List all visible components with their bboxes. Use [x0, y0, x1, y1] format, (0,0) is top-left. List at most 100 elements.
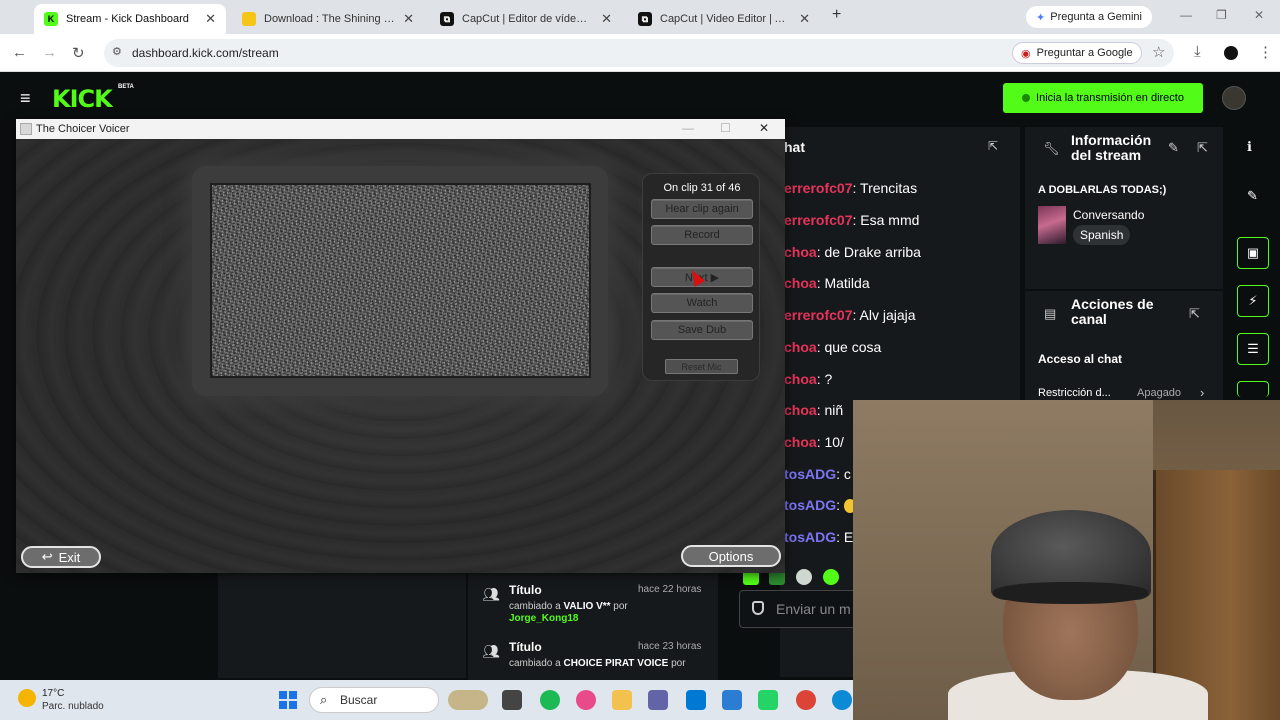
whatsapp-icon[interactable] — [758, 690, 778, 710]
feed-title: Título — [509, 583, 542, 597]
popout-icon[interactable]: ⇱ — [988, 139, 998, 153]
chat-username[interactable]: tosADG — [784, 466, 836, 482]
search-icon: ⌕ — [320, 692, 328, 707]
edge-icon[interactable] — [832, 690, 852, 710]
restriction-value[interactable]: Apagado — [1137, 387, 1181, 399]
exit-button[interactable]: ↩ Exit — [21, 546, 101, 568]
reload-icon[interactable]: ↻ — [72, 44, 85, 62]
tab-download-shining[interactable]: Download : The Shining - Here's ✕ — [232, 4, 424, 34]
file-explorer-icon[interactable] — [612, 690, 632, 710]
close-window-icon[interactable]: ✕ — [1254, 8, 1264, 22]
chat-username[interactable]: choa — [784, 402, 817, 418]
hear-clip-again-button[interactable]: Hear clip again — [651, 199, 753, 219]
close-tab-icon[interactable]: ✕ — [799, 11, 810, 27]
site-info-icon[interactable]: ⚙ — [112, 45, 122, 58]
tab-kick-dashboard[interactable]: K Stream - Kick Dashboard ✕ — [34, 4, 226, 34]
channel-icon: ▤ — [1044, 306, 1057, 321]
chat-input[interactable]: Enviar un m — [739, 590, 859, 628]
chat-message: choa: niñ — [784, 402, 844, 418]
stream-info-heading: Información del stream — [1071, 133, 1151, 163]
watch-button[interactable]: Watch — [651, 293, 753, 313]
kick-logo[interactable]: KICK — [52, 85, 113, 113]
close-tab-icon[interactable]: ✕ — [205, 11, 216, 27]
chat-username[interactable]: choa — [784, 275, 817, 291]
popout-icon[interactable]: ⇱ — [1197, 140, 1208, 156]
feed-user[interactable]: Jorge_Kong18 — [509, 613, 578, 624]
chrome-icon[interactable] — [796, 690, 816, 710]
emote-icon[interactable] — [796, 569, 812, 585]
windows-start-icon[interactable] — [279, 691, 297, 709]
spotify-icon[interactable] — [540, 690, 560, 710]
close-window-icon[interactable]: ✕ — [759, 121, 769, 135]
forward-icon[interactable]: → — [42, 44, 57, 61]
chat-username[interactable]: choa — [784, 339, 817, 355]
gemini-button[interactable]: ✦ Pregunta a Gemini — [1026, 6, 1152, 28]
weather-condition[interactable]: Parc. nublado — [42, 701, 104, 712]
chat-username[interactable]: tosADG — [784, 529, 836, 545]
minimize-icon[interactable]: — — [1180, 8, 1192, 22]
capcut-favicon-icon: ⧉ — [440, 12, 454, 26]
bolt-icon[interactable]: ⚡︎ — [1237, 285, 1269, 317]
chat-username[interactable]: tosADG — [784, 497, 836, 513]
chat-username[interactable]: errerofc07 — [784, 212, 853, 228]
store-icon[interactable] — [686, 690, 706, 710]
more-menu-icon[interactable]: ⋮ — [1258, 43, 1273, 61]
tab-capcut-es[interactable]: ⧉ CapCut | Editor de vídeo todo e ✕ — [430, 4, 622, 34]
reset-mic-button[interactable]: Reset Mic — [665, 359, 738, 374]
chat-bubble-icon[interactable] — [1237, 381, 1269, 397]
banana-favicon-icon — [242, 12, 256, 26]
download-icon[interactable]: ⤓ — [1194, 43, 1201, 60]
popout-icon[interactable]: ⇱ — [1189, 306, 1200, 322]
bookmark-star-icon[interactable]: ☆ — [1152, 43, 1165, 61]
feed-time: hace 22 horas — [638, 584, 702, 595]
chat-username[interactable]: errerofc07 — [784, 307, 853, 323]
back-icon[interactable]: ← — [12, 44, 27, 61]
maximize-icon[interactable]: ❐ — [1216, 8, 1227, 22]
widget-icon[interactable] — [448, 690, 488, 710]
new-tab-icon[interactable]: + — [832, 6, 841, 24]
profile-avatar[interactable] — [1224, 46, 1238, 60]
options-button[interactable]: Options — [681, 545, 781, 567]
go-live-label: Inicia la transmisión en directo — [1036, 92, 1184, 104]
ask-google-button[interactable]: ◉ Preguntar a Google — [1012, 42, 1142, 64]
chat-username[interactable]: errerofc07 — [784, 180, 853, 196]
heading-line: Acciones de — [1071, 296, 1154, 312]
hamburger-menu-icon[interactable]: ≡ — [20, 88, 31, 109]
weather-sun-icon[interactable] — [18, 689, 36, 707]
tab-title: CapCut | Video Editor | All-In-O — [660, 13, 791, 25]
save-dub-button[interactable]: Save Dub — [651, 320, 753, 340]
minimize-icon[interactable]: — — [682, 121, 694, 135]
window-titlebar[interactable]: The Choicer Voicer — ☐ ✕ — [16, 119, 785, 139]
restriction-label[interactable]: Restricción d... — [1038, 387, 1111, 399]
user-avatar[interactable] — [1222, 86, 1246, 110]
go-live-button[interactable]: Inicia la transmisión en directo — [1003, 83, 1203, 113]
taskbar-search[interactable]: ⌕ Buscar — [309, 687, 439, 713]
exit-label: Exit — [58, 549, 81, 565]
chat-message: choa: 10/ — [784, 434, 844, 450]
task-view-icon[interactable] — [502, 690, 522, 710]
list-icon[interactable]: ☰ — [1237, 333, 1269, 365]
info-icon[interactable]: ℹ — [1247, 139, 1252, 155]
emote-icon[interactable] — [823, 569, 839, 585]
feed-description: cambiado a CHOICE PIRAT VOICE por — [509, 658, 686, 669]
close-tab-icon[interactable]: ✕ — [403, 11, 414, 27]
record-button[interactable]: Record — [651, 225, 753, 245]
window-title: The Choicer Voicer — [36, 123, 130, 135]
maximize-icon[interactable]: ☐ — [720, 121, 731, 135]
pencil-icon[interactable]: ✎ — [1247, 188, 1258, 204]
temperature[interactable]: 17°C — [42, 688, 64, 699]
teams-icon[interactable] — [648, 690, 668, 710]
heading-line: canal — [1071, 311, 1107, 327]
edit-pencil-icon[interactable]: ✎ — [1168, 140, 1179, 156]
tab-capcut-en[interactable]: ⧉ CapCut | Video Editor | All-In-O ✕ — [628, 4, 820, 34]
close-tab-icon[interactable]: ✕ — [601, 11, 612, 27]
chat-username[interactable]: choa — [784, 371, 817, 387]
outlook-icon[interactable] — [722, 690, 742, 710]
ask-google-label: Preguntar a Google — [1036, 47, 1133, 59]
feed-prefix: cambiado a — [509, 658, 564, 669]
copilot-icon[interactable] — [576, 690, 596, 710]
chat-username[interactable]: choa — [784, 434, 817, 450]
chevron-right-icon[interactable]: › — [1200, 385, 1204, 400]
layout-icon[interactable]: ▣ — [1237, 237, 1269, 269]
chat-username[interactable]: choa — [784, 244, 817, 260]
